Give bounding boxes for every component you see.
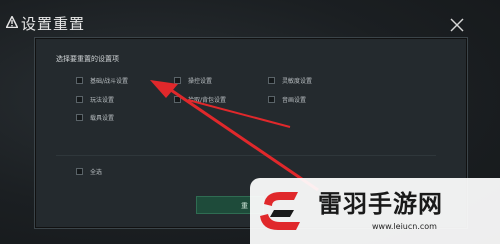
option-audio-visual[interactable]: 音画设置 bbox=[268, 94, 306, 104]
option-label: 载具设置 bbox=[90, 114, 115, 122]
checkbox[interactable] bbox=[174, 95, 181, 103]
divider bbox=[56, 155, 436, 156]
option-gameplay[interactable]: 玩法设置 bbox=[76, 94, 114, 104]
section-label: 选择要重置的设置项 bbox=[56, 55, 119, 63]
select-all-label: 全选 bbox=[90, 168, 103, 176]
option-label: 玩法设置 bbox=[90, 96, 115, 104]
checkbox[interactable] bbox=[76, 95, 83, 103]
checkbox[interactable] bbox=[268, 95, 275, 103]
option-sensitivity[interactable]: 灵敏度设置 bbox=[268, 75, 312, 85]
close-icon[interactable] bbox=[450, 18, 464, 32]
select-all-option[interactable]: 全选 bbox=[76, 166, 102, 176]
checkbox[interactable] bbox=[76, 113, 83, 121]
checkbox[interactable] bbox=[76, 76, 83, 84]
option-label: 灵敏度设置 bbox=[282, 77, 313, 85]
option-basic-combat[interactable]: 基础/战斗设置 bbox=[76, 75, 128, 85]
option-controls[interactable]: 操控设置 bbox=[174, 75, 212, 85]
option-label: 基础/战斗设置 bbox=[90, 77, 129, 85]
title-bar: 设置重置 bbox=[0, 0, 500, 34]
checkbox[interactable] bbox=[174, 76, 181, 84]
watermark: 雷羽手游网 www.leiucn.com bbox=[250, 178, 500, 244]
checkbox[interactable] bbox=[76, 167, 83, 175]
leiyu-logo-icon bbox=[260, 192, 300, 230]
watermark-name: 雷羽手游网 bbox=[318, 190, 443, 218]
option-label: 操控设置 bbox=[188, 77, 213, 85]
dialog-title: 设置重置 bbox=[21, 15, 86, 33]
warning-triangle-icon bbox=[6, 16, 18, 28]
checkbox[interactable] bbox=[268, 76, 275, 84]
watermark-url: www.leiucn.com bbox=[372, 222, 437, 231]
option-vehicle[interactable]: 载具设置 bbox=[76, 112, 114, 122]
option-label: 音画设置 bbox=[282, 96, 307, 104]
option-label: 拾取/背包设置 bbox=[188, 96, 227, 104]
confirm-button-label: 重 bbox=[241, 202, 248, 210]
option-pickup-backpack[interactable]: 拾取/背包设置 bbox=[174, 94, 226, 104]
